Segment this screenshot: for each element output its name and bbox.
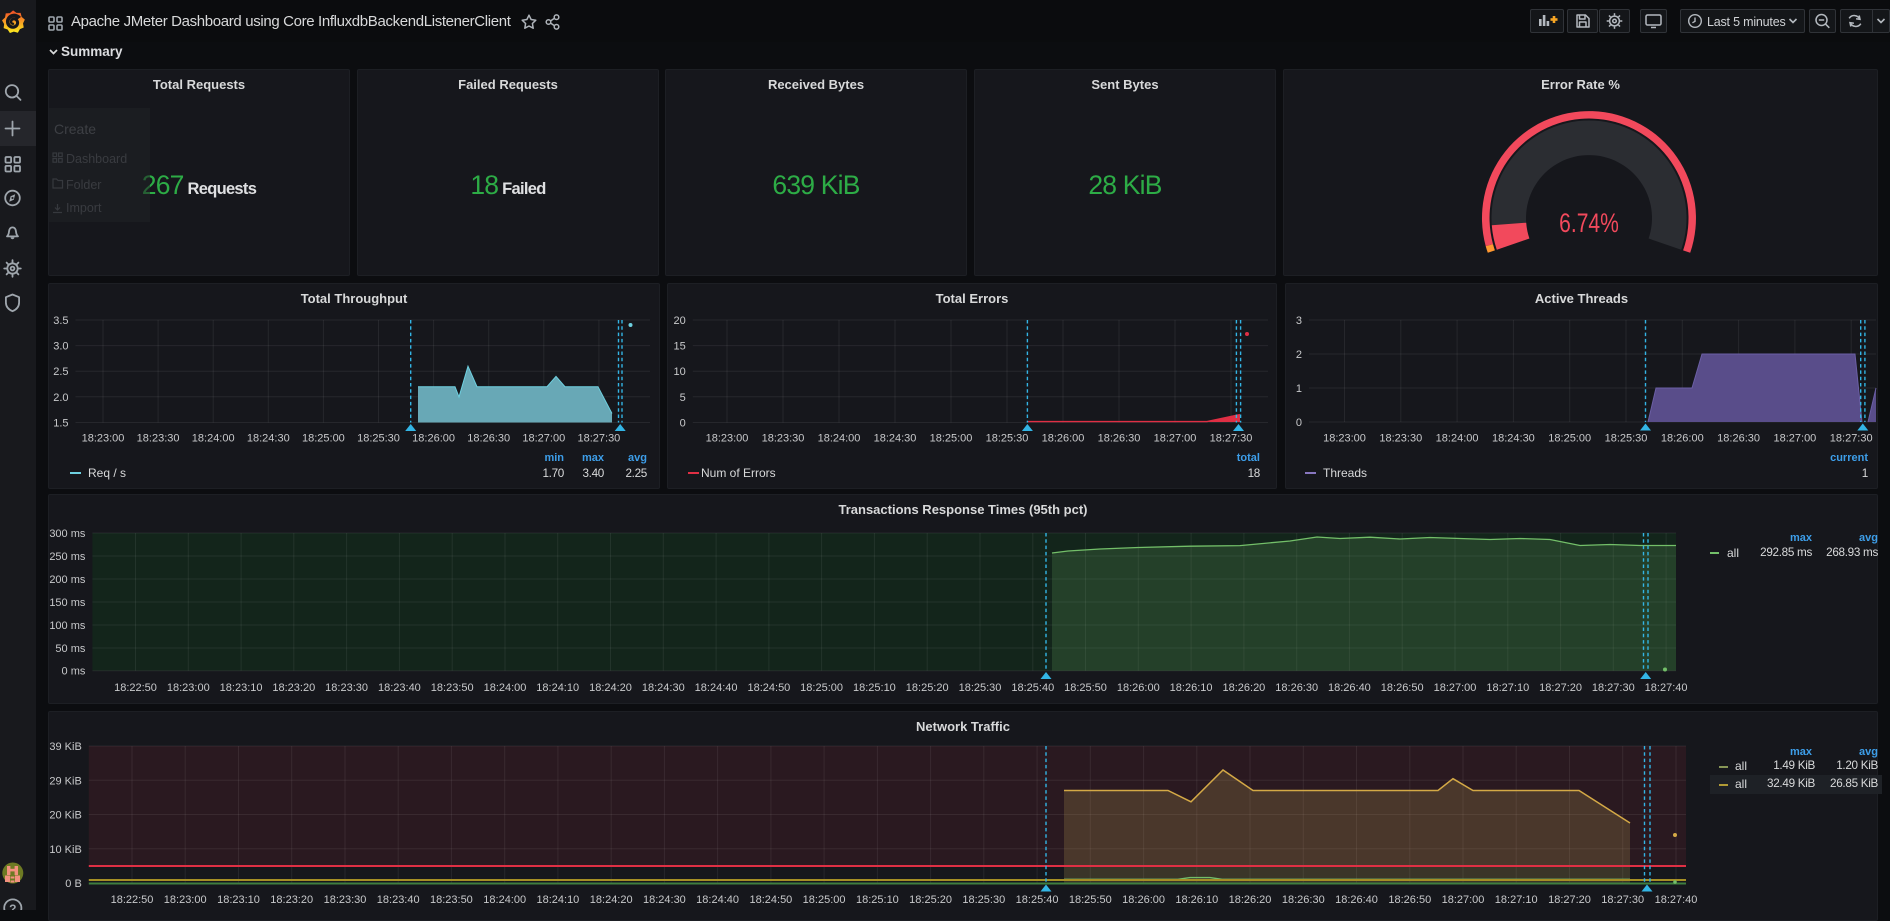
svg-text:?: ? (9, 902, 16, 910)
svg-text:6.74%: 6.74% (1559, 209, 1619, 239)
